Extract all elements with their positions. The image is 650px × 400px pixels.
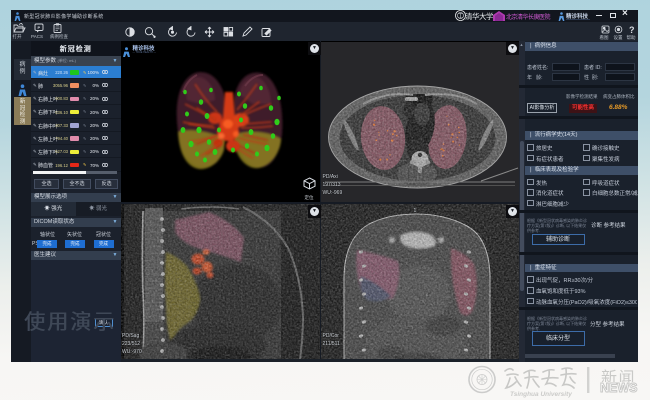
svg-text:Tsinghua University: Tsinghua University (510, 391, 572, 398)
svg-text:?: ? (629, 25, 635, 34)
svg-text:P: P (38, 25, 41, 30)
